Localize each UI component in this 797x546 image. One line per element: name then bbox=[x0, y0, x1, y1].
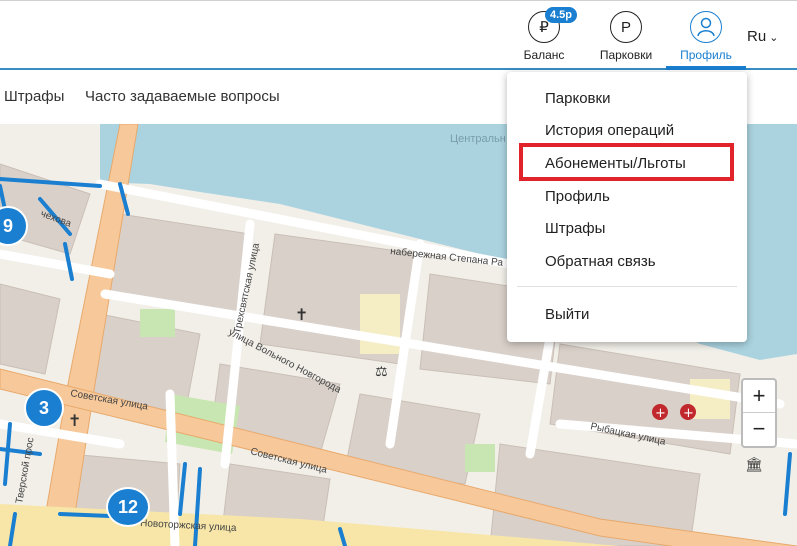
language-label: Ru bbox=[747, 28, 767, 45]
balance-badge: 4.5р bbox=[545, 7, 578, 23]
hospital-icon: + bbox=[683, 406, 694, 421]
menu-item-profile[interactable]: Профиль bbox=[545, 188, 610, 205]
marker-label: 3 bbox=[38, 397, 49, 418]
profile-dropdown-menu: Парковки История операций Абонементы/Льг… bbox=[507, 72, 747, 342]
balance-nav[interactable]: ₽ 4.5р Баланс bbox=[509, 7, 579, 62]
parking-zone-marker[interactable]: 12 bbox=[106, 487, 150, 527]
parkings-nav[interactable]: P Парковки bbox=[591, 9, 661, 62]
menu-item-parkings[interactable]: Парковки bbox=[545, 90, 610, 107]
marker-label: 12 bbox=[117, 496, 139, 517]
highlight-box bbox=[519, 143, 734, 181]
user-icon bbox=[690, 11, 722, 43]
parking-zone-marker[interactable]: 3 bbox=[24, 388, 64, 428]
church-icon: ✝ bbox=[68, 411, 81, 430]
zoom-control: + − bbox=[741, 378, 777, 448]
menu-divider bbox=[517, 286, 737, 287]
profile-label: Профиль bbox=[680, 48, 732, 62]
marker-label: 9 bbox=[2, 215, 13, 236]
church-icon: ✝ bbox=[295, 305, 308, 324]
hospital-icon: + bbox=[655, 406, 666, 421]
courthouse-icon: ⚖ bbox=[375, 364, 388, 380]
zoom-out-button[interactable]: − bbox=[743, 413, 775, 445]
menu-item-feedback[interactable]: Обратная связь bbox=[545, 253, 656, 270]
subnav-faq[interactable]: Часто задаваемые вопросы bbox=[85, 88, 280, 105]
profile-nav[interactable]: Профиль bbox=[671, 9, 741, 62]
zoom-in-button[interactable]: + bbox=[743, 380, 775, 413]
parkings-label: Парковки bbox=[599, 48, 653, 62]
subnav-fines[interactable]: Штрафы bbox=[4, 88, 64, 105]
parking-icon: P bbox=[610, 11, 642, 43]
museum-icon: 🏛 bbox=[745, 456, 763, 473]
label-central: Центральн bbox=[450, 133, 506, 145]
language-selector[interactable]: Ru ⌄ bbox=[747, 28, 778, 45]
menu-item-operations-history[interactable]: История операций bbox=[545, 122, 674, 139]
menu-item-fines[interactable]: Штрафы bbox=[545, 220, 605, 237]
top-bar: ₽ 4.5р Баланс P Парковки Профиль Ru ⌄ bbox=[0, 0, 797, 70]
chevron-down-icon: ⌄ bbox=[766, 32, 779, 44]
menu-item-logout[interactable]: Выйти bbox=[545, 306, 589, 323]
balance-label: Баланс bbox=[523, 48, 565, 62]
